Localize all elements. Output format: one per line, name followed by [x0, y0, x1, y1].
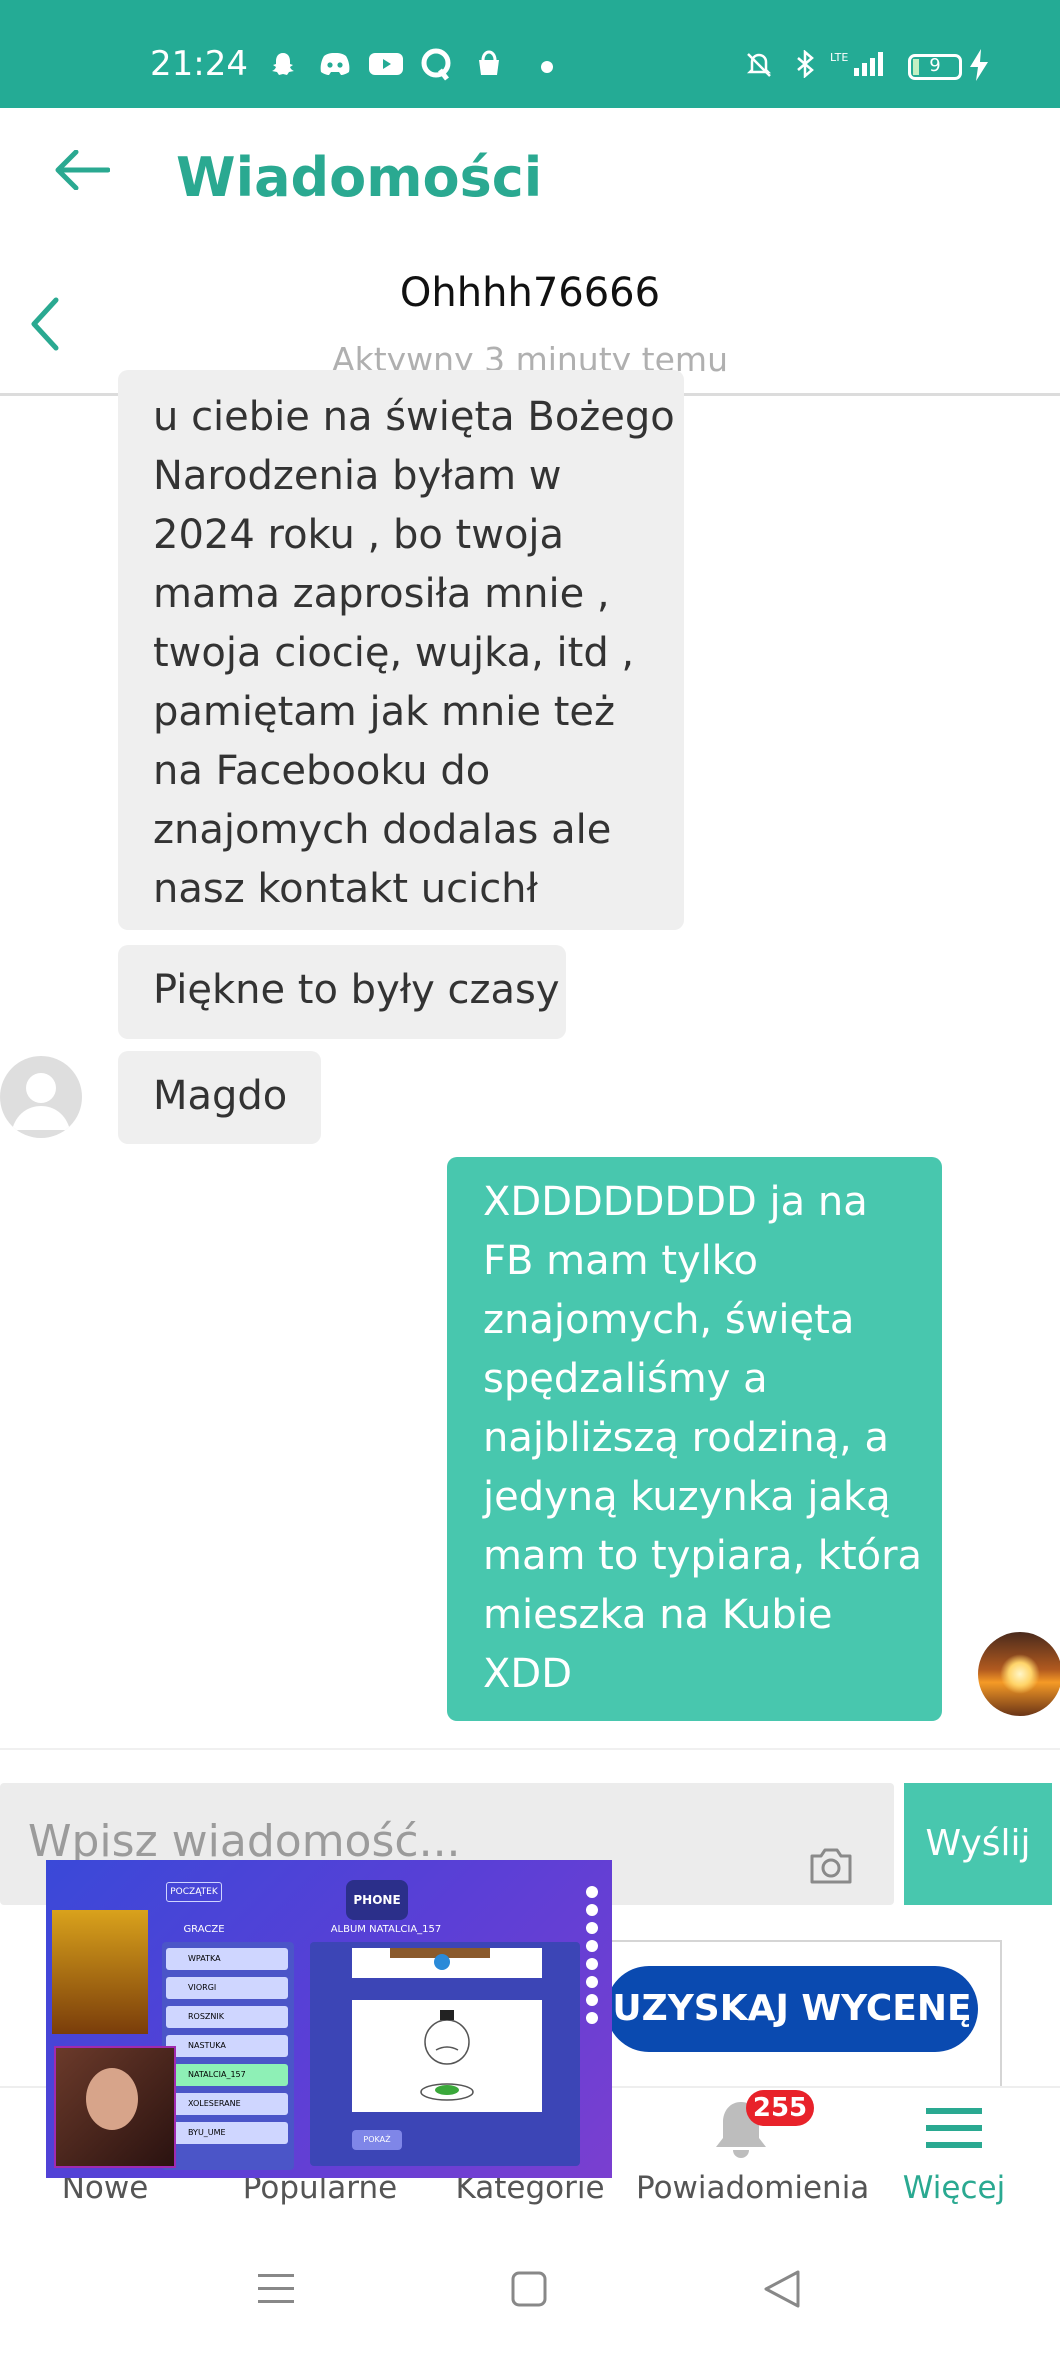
- message-text: u ciebie na święta Bożego Narodzenia był…: [153, 394, 675, 912]
- page-title: Wiadomości: [176, 146, 543, 209]
- pip-player-row: NASTUKA: [166, 2035, 288, 2057]
- message-bubble-outgoing: XDDDDDDDD ja na FB mam tylko znajomych, …: [447, 1157, 942, 1721]
- youtube-icon: [369, 53, 403, 75]
- back-triangle-icon[interactable]: [762, 2268, 802, 2310]
- message-text: XDDDDDDDD ja na FB mam tylko znajomych, …: [483, 1179, 923, 1697]
- pip-drawing-main: [352, 2000, 542, 2112]
- charging-icon: [970, 49, 988, 81]
- pip-player-row: VIORGI: [166, 1977, 288, 1999]
- pip-streamer-webcam: [54, 2046, 176, 2168]
- pip-player-row: WPATKA: [166, 1948, 288, 1970]
- nav-item-powiadomienia[interactable]: Powiadomienia: [636, 2170, 869, 2206]
- pip-album-header: ALBUM NATALCIA_157: [330, 1924, 442, 1935]
- message-bubble-incoming: u ciebie na święta Bożego Narodzenia był…: [118, 370, 684, 930]
- camera-icon[interactable]: [808, 1846, 854, 1886]
- pip-player-row: ROSZNIK: [166, 2006, 288, 2028]
- avatar[interactable]: [978, 1632, 1060, 1716]
- pip-doodle: [420, 2010, 474, 2101]
- sunset-sun: [1000, 1654, 1040, 1694]
- bluetooth-icon: [797, 50, 814, 78]
- mute-icon: [746, 53, 772, 77]
- pip-ad-thumbnail: [52, 1910, 148, 2034]
- snapchat-icon: [272, 53, 294, 75]
- conversation-name[interactable]: Ohhhh76666: [0, 270, 1060, 316]
- q-app-icon: [421, 48, 451, 81]
- discord-icon: [320, 53, 350, 75]
- pip-player-list: WPATKA VIORGI ROSZNIK NASTUKA NATALCIA_1…: [162, 1942, 294, 2170]
- pip-players-header: GRACZE: [183, 1924, 225, 1935]
- send-button[interactable]: Wyślij: [904, 1783, 1052, 1905]
- pip-player-row: XOLESERANE: [166, 2093, 288, 2115]
- ad-cta-button[interactable]: UZYSKAJ WYCENĘ: [606, 1966, 978, 2052]
- pip-album-panel: POKAŻ: [310, 1942, 580, 2166]
- notification-badge: 255: [746, 2090, 814, 2126]
- user-placeholder-icon: [12, 1073, 70, 1130]
- pip-next-button: POKAŻ: [352, 2130, 402, 2150]
- battery-icon: 9: [908, 54, 962, 80]
- message-text: Magdo: [153, 1073, 288, 1119]
- pip-player-row: NATALCIA_157: [166, 2064, 288, 2086]
- pip-video-overlay[interactable]: POCZĄTEK PHONE GRACZE ALBUM NATALCIA_157…: [46, 1860, 612, 2178]
- svg-text:LTE: LTE: [830, 51, 848, 64]
- status-time: 21:24: [150, 44, 248, 84]
- menu-icon[interactable]: [924, 2106, 984, 2150]
- message-bubble-incoming: Magdo: [118, 1051, 321, 1144]
- nav-item-wiecej[interactable]: Więcej: [884, 2170, 1024, 2206]
- battery-level: 9: [929, 55, 941, 76]
- pip-streamer-face: [86, 2068, 138, 2130]
- pip-avatar-column: [586, 1886, 604, 2136]
- pip-player-row: BYU_UME: [166, 2122, 288, 2144]
- pip-game-logo: PHONE: [346, 1880, 408, 1920]
- home-icon[interactable]: [510, 2270, 548, 2308]
- message-text: Piękne to były czasy: [153, 967, 560, 1013]
- recent-apps-icon[interactable]: [256, 2270, 296, 2308]
- avatar[interactable]: [0, 1056, 82, 1138]
- app-notification-icon: [479, 50, 499, 75]
- pip-drawing-dot: [434, 1954, 450, 1970]
- back-arrow-icon[interactable]: [52, 150, 110, 190]
- divider: [0, 1748, 1060, 1750]
- signal-icon: LTE: [830, 51, 883, 76]
- dot-icon: [541, 61, 553, 73]
- pip-start-button: POCZĄTEK: [166, 1882, 222, 1902]
- message-bubble-incoming: Piękne to były czasy: [118, 945, 566, 1039]
- pip-drawing-top: [352, 1948, 542, 1978]
